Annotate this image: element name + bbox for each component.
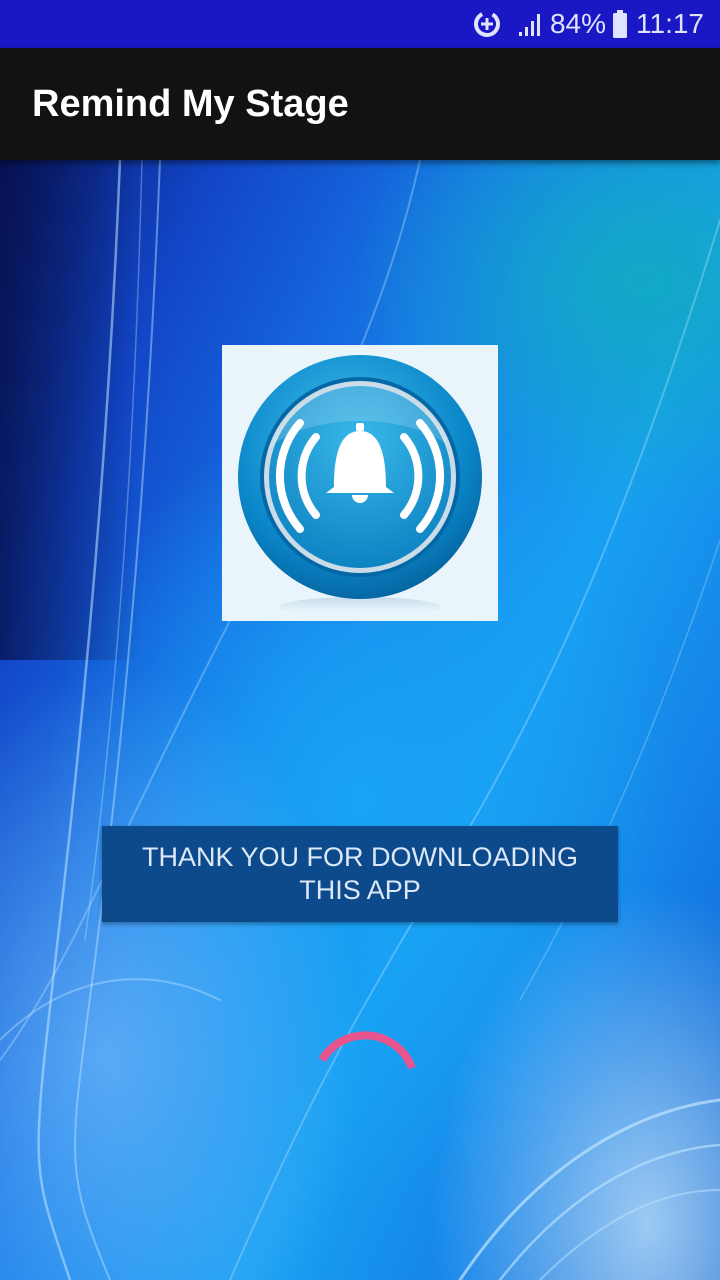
status-bar: 84% 11:17	[0, 0, 720, 48]
signal-icon	[518, 11, 544, 37]
bell-alarm-icon	[238, 355, 482, 617]
app-bar: Remind My Stage	[0, 48, 720, 160]
progress-spinner-icon	[318, 1031, 416, 1070]
app-logo	[222, 345, 498, 621]
data-saver-icon	[472, 9, 502, 39]
clock: 11:17	[636, 8, 704, 39]
thank-you-message: THANK YOU FOR DOWNLOADING THIS APP	[141, 842, 579, 905]
splash-screen: 84% 11:17 Remind My Stage THANK YOU FOR …	[0, 0, 720, 1280]
loading-spinner	[310, 1020, 420, 1130]
app-title: Remind My Stage	[32, 82, 349, 125]
thank-you-banner: THANK YOU FOR DOWNLOADING THIS APP	[102, 826, 618, 922]
battery-icon	[612, 10, 628, 38]
battery-percent: 84%	[549, 8, 606, 39]
